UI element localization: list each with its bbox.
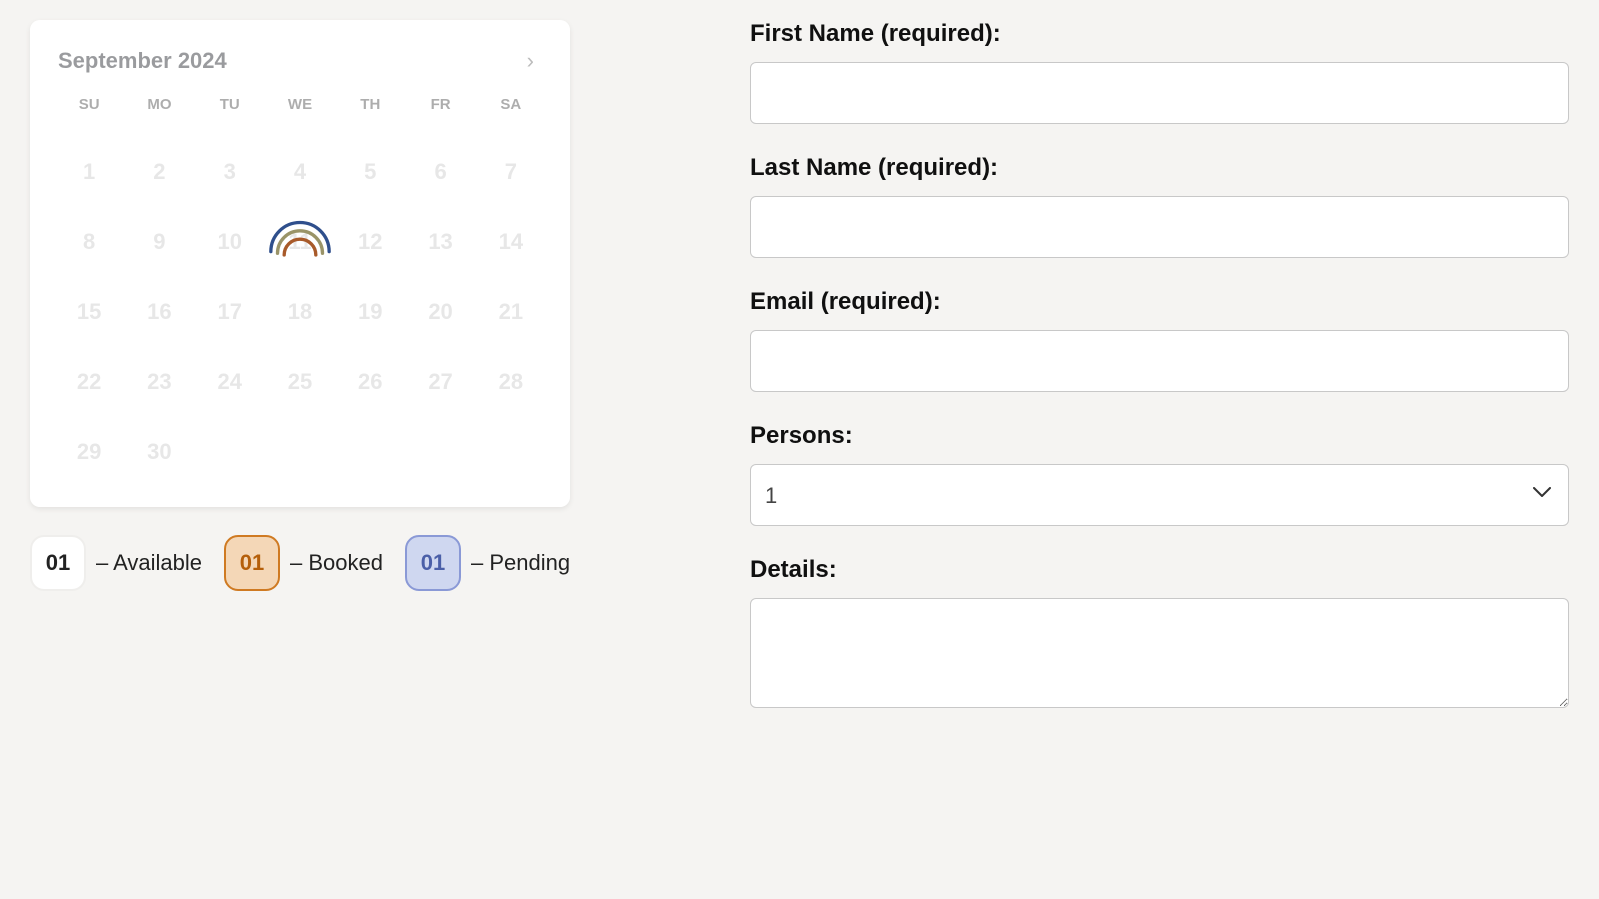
dow-mo: MO xyxy=(124,96,194,119)
calendar-day[interactable]: 8 xyxy=(54,225,124,259)
calendar-grid: SU MO TU WE TH FR SA 1 2 3 4 5 6 7 8 9 1… xyxy=(50,90,550,487)
calendar-day[interactable]: 6 xyxy=(405,155,475,189)
input-email[interactable] xyxy=(750,330,1569,392)
legend-item-booked: 01 – Booked xyxy=(224,535,383,591)
calendar-day[interactable]: 13 xyxy=(405,225,475,259)
dow-th: TH xyxy=(335,96,405,119)
legend-badge-booked: 01 xyxy=(224,535,280,591)
field-persons: Persons: 1 xyxy=(750,422,1569,526)
calendar-day[interactable]: 23 xyxy=(124,365,194,399)
calendar-title: September 2024 xyxy=(58,48,227,74)
calendar-header: September 2024 › xyxy=(50,44,550,90)
label-last-name: Last Name (required): xyxy=(750,154,1569,182)
field-first-name: First Name (required): xyxy=(750,20,1569,124)
calendar-day[interactable]: 14 xyxy=(476,225,546,259)
calendar-day[interactable]: 1 xyxy=(54,155,124,189)
legend-text-available: – Available xyxy=(96,550,202,576)
dow-tu: TU xyxy=(195,96,265,119)
legend-item-available: 01 – Available xyxy=(30,535,202,591)
calendar: September 2024 › SU MO TU WE TH FR SA 1 … xyxy=(30,20,570,507)
select-persons[interactable]: 1 xyxy=(750,464,1569,526)
calendar-day[interactable]: 24 xyxy=(195,365,265,399)
calendar-day[interactable]: 3 xyxy=(195,155,265,189)
calendar-day[interactable]: 2 xyxy=(124,155,194,189)
calendar-day[interactable]: 21 xyxy=(476,295,546,329)
label-email: Email (required): xyxy=(750,288,1569,316)
calendar-next-button[interactable]: › xyxy=(519,44,542,78)
legend-badge-available: 01 xyxy=(30,535,86,591)
calendar-day[interactable]: 7 xyxy=(476,155,546,189)
label-persons: Persons: xyxy=(750,422,1569,450)
dow-we: WE xyxy=(265,96,335,119)
calendar-day[interactable]: 10 xyxy=(195,225,265,259)
legend-text-pending: – Pending xyxy=(471,550,570,576)
calendar-day[interactable]: 25 xyxy=(265,365,335,399)
input-first-name[interactable] xyxy=(750,62,1569,124)
field-email: Email (required): xyxy=(750,288,1569,392)
legend-item-pending: 01 – Pending xyxy=(405,535,570,591)
dow-su: SU xyxy=(54,96,124,119)
calendar-day[interactable]: 11 xyxy=(265,225,335,259)
calendar-day[interactable]: 15 xyxy=(54,295,124,329)
calendar-day[interactable]: 28 xyxy=(476,365,546,399)
textarea-details[interactable] xyxy=(750,598,1569,708)
calendar-day[interactable]: 17 xyxy=(195,295,265,329)
page-root: September 2024 › SU MO TU WE TH FR SA 1 … xyxy=(0,0,1599,899)
calendar-day[interactable]: 12 xyxy=(335,225,405,259)
left-column: September 2024 › SU MO TU WE TH FR SA 1 … xyxy=(30,20,740,879)
calendar-day[interactable]: 9 xyxy=(124,225,194,259)
legend: 01 – Available 01 – Booked 01 – Pending xyxy=(30,535,700,591)
booking-form: First Name (required): Last Name (requir… xyxy=(740,20,1569,879)
calendar-day[interactable]: 29 xyxy=(54,435,124,469)
calendar-day[interactable]: 5 xyxy=(335,155,405,189)
dow-fr: FR xyxy=(405,96,475,119)
input-last-name[interactable] xyxy=(750,196,1569,258)
label-first-name: First Name (required): xyxy=(750,20,1569,48)
label-details: Details: xyxy=(750,556,1569,584)
calendar-day[interactable]: 22 xyxy=(54,365,124,399)
legend-text-booked: – Booked xyxy=(290,550,383,576)
dow-sa: SA xyxy=(476,96,546,119)
legend-badge-pending: 01 xyxy=(405,535,461,591)
field-last-name: Last Name (required): xyxy=(750,154,1569,258)
calendar-day[interactable]: 19 xyxy=(335,295,405,329)
calendar-day[interactable]: 16 xyxy=(124,295,194,329)
calendar-day[interactable]: 26 xyxy=(335,365,405,399)
calendar-day[interactable]: 18 xyxy=(265,295,335,329)
calendar-day[interactable]: 30 xyxy=(124,435,194,469)
calendar-day[interactable]: 20 xyxy=(405,295,475,329)
field-details: Details: xyxy=(750,556,1569,713)
calendar-day[interactable]: 4 xyxy=(265,155,335,189)
calendar-day[interactable]: 27 xyxy=(405,365,475,399)
